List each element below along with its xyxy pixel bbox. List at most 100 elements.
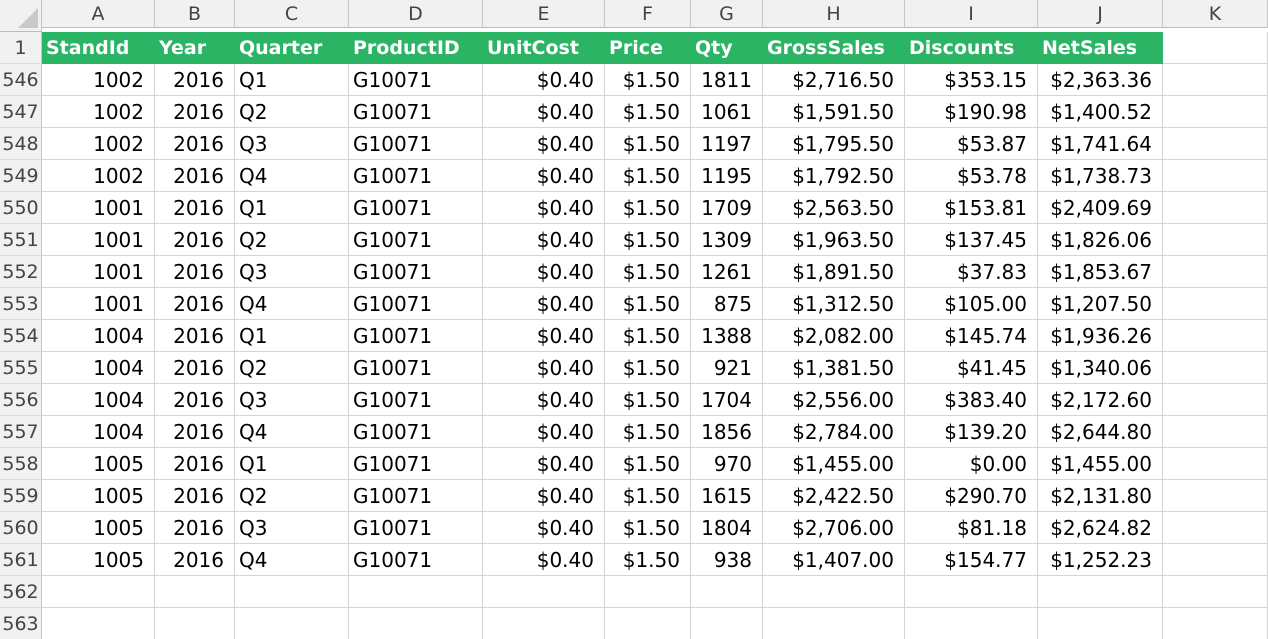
table-cell-gross[interactable]: $1,591.50	[763, 96, 905, 128]
header-cell-year[interactable]: Year	[155, 32, 235, 64]
table-cell-year[interactable]: 2016	[155, 320, 235, 352]
table-cell-empty[interactable]	[235, 608, 349, 639]
column-header-g[interactable]: G	[691, 0, 763, 28]
table-cell-qty[interactable]: 1261	[691, 256, 763, 288]
table-cell-price[interactable]: $1.50	[605, 448, 691, 480]
table-cell-unitcost[interactable]: $0.40	[483, 288, 605, 320]
table-cell-qty[interactable]: 875	[691, 288, 763, 320]
row-header[interactable]: 554	[0, 320, 42, 352]
table-cell-product[interactable]: G10071	[349, 384, 483, 416]
table-cell-quarter[interactable]: Q4	[235, 544, 349, 576]
table-cell-price[interactable]: $1.50	[605, 64, 691, 96]
table-cell-empty[interactable]	[1163, 352, 1268, 384]
table-cell-year[interactable]: 2016	[155, 256, 235, 288]
table-cell-year[interactable]: 2016	[155, 128, 235, 160]
table-cell-empty[interactable]	[235, 576, 349, 608]
table-cell-qty[interactable]: 1615	[691, 480, 763, 512]
table-cell-product[interactable]: G10071	[349, 448, 483, 480]
table-cell-empty[interactable]	[155, 576, 235, 608]
select-all-corner[interactable]	[0, 0, 42, 32]
table-cell-quarter[interactable]: Q2	[235, 352, 349, 384]
table-cell-empty[interactable]	[1163, 320, 1268, 352]
table-cell-stand[interactable]: 1002	[42, 160, 155, 192]
table-cell-empty[interactable]	[155, 608, 235, 639]
table-cell-product[interactable]: G10071	[349, 320, 483, 352]
table-cell-qty[interactable]: 1197	[691, 128, 763, 160]
table-cell-gross[interactable]: $2,706.00	[763, 512, 905, 544]
table-cell-gross[interactable]: $1,792.50	[763, 160, 905, 192]
table-cell-product[interactable]: G10071	[349, 480, 483, 512]
table-cell-quarter[interactable]: Q2	[235, 224, 349, 256]
table-cell-price[interactable]: $1.50	[605, 416, 691, 448]
table-cell-product[interactable]: G10071	[349, 256, 483, 288]
table-cell-year[interactable]: 2016	[155, 352, 235, 384]
table-cell-gross[interactable]: $2,422.50	[763, 480, 905, 512]
table-cell-quarter[interactable]: Q2	[235, 96, 349, 128]
table-cell-unitcost[interactable]: $0.40	[483, 352, 605, 384]
table-cell-disc[interactable]: $105.00	[905, 288, 1038, 320]
row-header[interactable]: 551	[0, 224, 42, 256]
table-cell-empty[interactable]	[1163, 544, 1268, 576]
table-cell-year[interactable]: 2016	[155, 480, 235, 512]
table-cell-empty[interactable]	[1163, 416, 1268, 448]
table-cell-unitcost[interactable]: $0.40	[483, 480, 605, 512]
table-cell-empty[interactable]	[1163, 288, 1268, 320]
table-cell-quarter[interactable]: Q4	[235, 160, 349, 192]
table-cell-empty[interactable]	[349, 576, 483, 608]
table-cell-product[interactable]: G10071	[349, 160, 483, 192]
table-cell-price[interactable]: $1.50	[605, 288, 691, 320]
row-header[interactable]: 558	[0, 448, 42, 480]
table-cell-empty[interactable]	[1163, 64, 1268, 96]
table-cell-stand[interactable]: 1002	[42, 128, 155, 160]
table-cell-unitcost[interactable]: $0.40	[483, 192, 605, 224]
table-cell-disc[interactable]: $37.83	[905, 256, 1038, 288]
table-cell-empty[interactable]	[763, 576, 905, 608]
row-header[interactable]: 560	[0, 512, 42, 544]
table-cell-quarter[interactable]: Q3	[235, 128, 349, 160]
table-cell-empty[interactable]	[605, 608, 691, 639]
table-cell-price[interactable]: $1.50	[605, 480, 691, 512]
column-header-h[interactable]: H	[763, 0, 905, 28]
table-cell-disc[interactable]: $290.70	[905, 480, 1038, 512]
table-cell-unitcost[interactable]: $0.40	[483, 320, 605, 352]
table-cell-price[interactable]: $1.50	[605, 320, 691, 352]
table-cell-stand[interactable]: 1001	[42, 288, 155, 320]
table-cell-empty[interactable]	[1163, 448, 1268, 480]
table-cell-empty[interactable]	[1163, 608, 1268, 639]
table-cell-quarter[interactable]: Q3	[235, 512, 349, 544]
table-cell-stand[interactable]: 1002	[42, 96, 155, 128]
table-cell-empty[interactable]	[1163, 128, 1268, 160]
table-cell-net[interactable]: $1,936.26	[1038, 320, 1163, 352]
row-header[interactable]: 561	[0, 544, 42, 576]
table-cell-empty[interactable]	[763, 608, 905, 639]
table-cell-price[interactable]: $1.50	[605, 544, 691, 576]
table-cell-gross[interactable]: $1,455.00	[763, 448, 905, 480]
table-cell-price[interactable]: $1.50	[605, 192, 691, 224]
table-cell-disc[interactable]: $383.40	[905, 384, 1038, 416]
table-cell-stand[interactable]: 1005	[42, 448, 155, 480]
table-cell-stand[interactable]: 1005	[42, 512, 155, 544]
table-cell-price[interactable]: $1.50	[605, 160, 691, 192]
header-cell-productid[interactable]: ProductID	[349, 32, 483, 64]
table-cell-empty[interactable]	[1163, 576, 1268, 608]
table-cell-stand[interactable]: 1002	[42, 64, 155, 96]
table-cell-gross[interactable]: $1,795.50	[763, 128, 905, 160]
table-cell-qty[interactable]: 1804	[691, 512, 763, 544]
header-cell-grosssales[interactable]: GrossSales	[763, 32, 905, 64]
table-cell-disc[interactable]: $0.00	[905, 448, 1038, 480]
table-cell-price[interactable]: $1.50	[605, 224, 691, 256]
row-header[interactable]: 562	[0, 576, 42, 608]
table-cell-product[interactable]: G10071	[349, 192, 483, 224]
table-cell-qty[interactable]: 1811	[691, 64, 763, 96]
table-cell-gross[interactable]: $2,556.00	[763, 384, 905, 416]
column-header-a[interactable]: A	[42, 0, 155, 28]
column-header-i[interactable]: I	[905, 0, 1038, 28]
table-cell-gross[interactable]: $2,563.50	[763, 192, 905, 224]
table-cell-quarter[interactable]: Q1	[235, 192, 349, 224]
table-cell-unitcost[interactable]: $0.40	[483, 416, 605, 448]
table-cell-price[interactable]: $1.50	[605, 256, 691, 288]
table-cell-stand[interactable]: 1004	[42, 352, 155, 384]
table-cell-year[interactable]: 2016	[155, 224, 235, 256]
table-cell-disc[interactable]: $81.18	[905, 512, 1038, 544]
table-cell-net[interactable]: $1,340.06	[1038, 352, 1163, 384]
